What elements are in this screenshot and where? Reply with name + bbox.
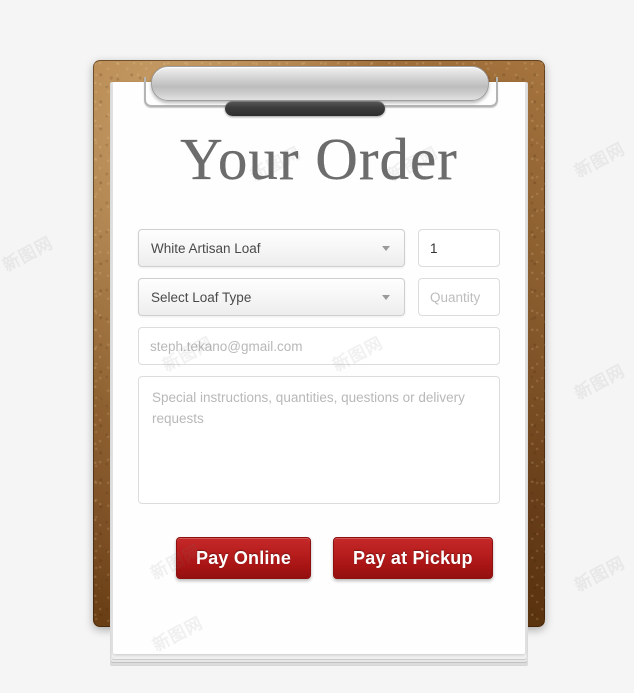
loaf-type-select-1-label: White Artisan Loaf xyxy=(151,240,261,256)
watermark: 新图网 xyxy=(0,233,57,277)
order-row-1: White Artisan Loaf xyxy=(113,229,525,267)
loaf-type-select-2-label: Select Loaf Type xyxy=(151,289,252,305)
clipboard: Your Order White Artisan Loaf Select Loa… xyxy=(93,60,545,665)
order-row-2: Select Loaf Type xyxy=(113,278,525,316)
quantity-input-1[interactable] xyxy=(418,229,500,267)
page-title: Your Order xyxy=(180,126,458,192)
loaf-type-select-2[interactable]: Select Loaf Type xyxy=(138,278,405,316)
order-form-paper: Your Order White Artisan Loaf Select Loa… xyxy=(113,82,525,654)
watermark: 新图网 xyxy=(571,361,629,405)
email-input[interactable] xyxy=(138,327,500,365)
pay-online-button[interactable]: Pay Online xyxy=(176,537,312,579)
order-form: Your Order White Artisan Loaf Select Loa… xyxy=(113,82,525,579)
payment-button-row: Pay Online Pay at Pickup xyxy=(113,537,525,579)
pay-at-pickup-button[interactable]: Pay at Pickup xyxy=(333,537,493,579)
chevron-down-icon xyxy=(382,246,390,251)
watermark: 新图网 xyxy=(571,553,629,597)
chevron-down-icon xyxy=(382,295,390,300)
quantity-input-2[interactable] xyxy=(418,278,500,316)
special-instructions-textarea[interactable] xyxy=(138,376,500,504)
watermark: 新图网 xyxy=(571,139,629,183)
loaf-type-select-1[interactable]: White Artisan Loaf xyxy=(138,229,405,267)
